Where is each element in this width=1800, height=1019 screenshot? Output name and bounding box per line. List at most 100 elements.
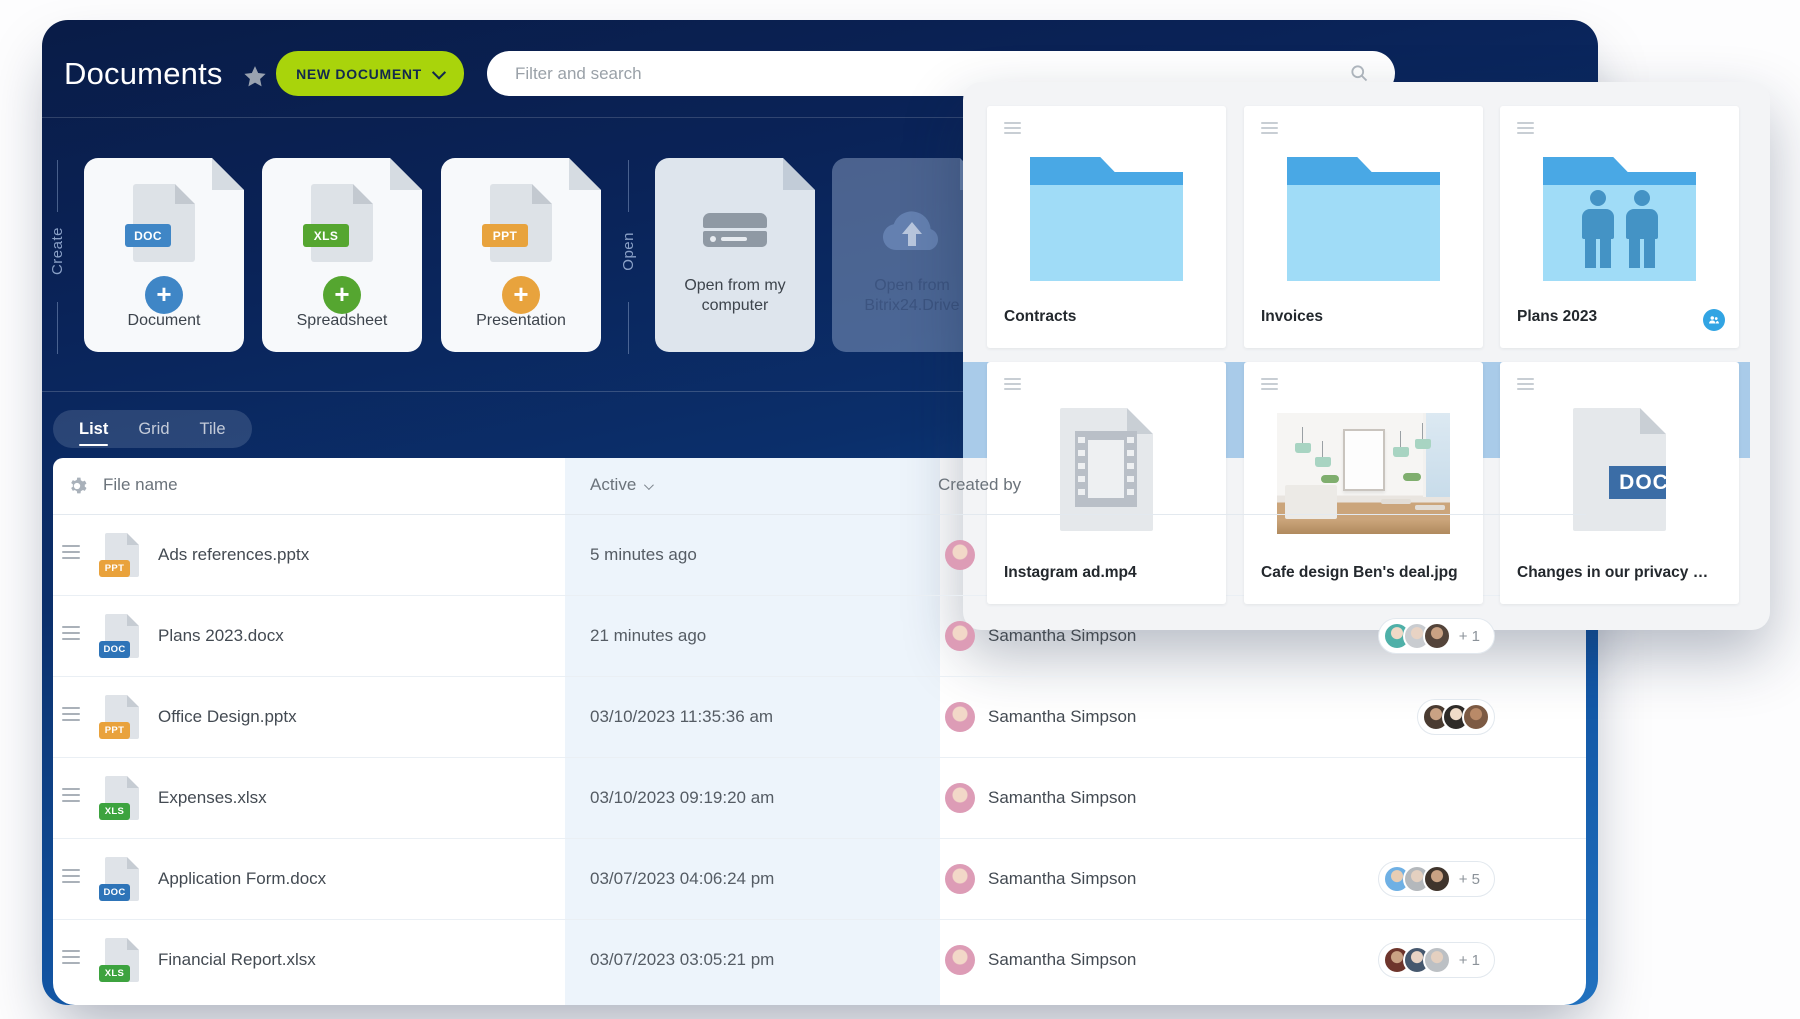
card-contracts[interactable]: Contracts — [987, 106, 1226, 348]
create-section-label: Create — [49, 227, 66, 275]
gear-icon[interactable] — [67, 476, 87, 496]
creator-name[interactable]: Samantha Simpson — [988, 869, 1136, 889]
drag-handle-icon[interactable] — [62, 707, 80, 723]
ppt-file-icon — [490, 184, 552, 262]
card-invoices[interactable]: Invoices — [1244, 106, 1483, 348]
members-pill[interactable]: + 1 — [1378, 942, 1495, 978]
drag-handle-icon[interactable] — [62, 869, 80, 885]
table-row[interactable]: DOC Plans 2023.docx 21 minutes ago Saman… — [53, 596, 1586, 677]
creator-name[interactable]: Samantha Simpson — [988, 626, 1136, 646]
card-menu-icon[interactable] — [1261, 122, 1278, 135]
modified-date: 03/07/2023 04:06:24 pm — [590, 869, 774, 889]
shared-folder-icon — [1543, 157, 1696, 281]
drag-handle-icon[interactable] — [62, 788, 80, 804]
drag-handle-icon[interactable] — [62, 950, 80, 966]
add-spreadsheet-icon: + — [323, 276, 361, 314]
member-avatar — [1423, 946, 1451, 974]
file-name[interactable]: Financial Report.xlsx — [158, 950, 316, 970]
shared-users-badge-icon — [1703, 309, 1725, 331]
card-menu-icon[interactable] — [1517, 378, 1534, 391]
new-document-button[interactable]: NEW DOCUMENT — [276, 51, 464, 96]
page-title: Documents — [64, 56, 223, 92]
xls-badge: XLS — [303, 224, 349, 247]
extra-members-count: + 1 — [1459, 628, 1480, 645]
table-header: File name Active Created by — [53, 458, 1586, 515]
card-menu-icon[interactable] — [1004, 378, 1021, 391]
file-name[interactable]: Application Form.docx — [158, 869, 326, 889]
new-document-label: NEW DOCUMENT — [296, 66, 422, 82]
file-type-badge: XLS — [99, 965, 130, 982]
modified-date: 03/10/2023 11:35:36 am — [590, 707, 773, 727]
modified-date: 21 minutes ago — [590, 626, 706, 646]
file-name[interactable]: Ads references.pptx — [158, 545, 309, 565]
file-type-badge: DOC — [99, 641, 130, 658]
card-menu-icon[interactable] — [1261, 378, 1278, 391]
members-pill[interactable]: + 5 — [1378, 861, 1495, 897]
file-name[interactable]: Plans 2023.docx — [158, 626, 284, 646]
open-section-label: Open — [620, 232, 637, 271]
open-from-computer-tile[interactable]: Open from mycomputer — [655, 158, 815, 352]
extra-members-count: + 5 — [1459, 871, 1480, 888]
table-row[interactable]: DOC Application Form.docx 03/07/2023 04:… — [53, 839, 1586, 920]
card-menu-icon[interactable] — [1004, 122, 1021, 135]
tab-grid[interactable]: Grid — [138, 420, 169, 439]
search-icon[interactable] — [1349, 63, 1369, 83]
drag-handle-icon[interactable] — [62, 545, 80, 561]
hard-drive-icon — [703, 213, 767, 249]
creator-avatar — [945, 864, 975, 894]
doc-file-icon — [133, 184, 195, 262]
tile-fold-corner — [569, 158, 601, 190]
open-line-top — [628, 160, 629, 212]
favorite-star-icon[interactable] — [242, 64, 268, 90]
member-avatar — [1423, 622, 1451, 650]
drag-handle-icon[interactable] — [62, 626, 80, 642]
file-name[interactable]: Expenses.xlsx — [158, 788, 267, 808]
card-menu-icon[interactable] — [1517, 122, 1534, 135]
folder-icon — [1030, 157, 1183, 281]
doc-file-icon: DOC — [1573, 408, 1666, 531]
card-label: Changes in our privacy polic... — [1517, 564, 1717, 582]
create-presentation-tile[interactable]: PPT + Presentation — [441, 158, 601, 352]
member-avatar — [1462, 703, 1490, 731]
modified-date: 03/10/2023 09:19:20 am — [590, 788, 774, 808]
create-line-top — [57, 160, 58, 212]
table-row[interactable]: XLS Expenses.xlsx 03/10/2023 09:19:20 am… — [53, 758, 1586, 839]
table-row[interactable]: PPT Office Design.pptx 03/10/2023 11:35:… — [53, 677, 1586, 758]
create-document-label: Document — [84, 312, 244, 330]
person-icon — [1580, 190, 1616, 268]
card-label: Invoices — [1261, 308, 1461, 326]
folder-icon — [1287, 157, 1440, 281]
modified-date: 03/07/2023 03:05:21 pm — [590, 950, 774, 970]
members-pill[interactable] — [1417, 699, 1495, 735]
modified-date: 5 minutes ago — [590, 545, 697, 565]
cloud-upload-icon — [880, 206, 944, 252]
creator-name[interactable]: Samantha Simpson — [988, 950, 1136, 970]
creator-name[interactable]: Samantha Simpson — [988, 788, 1136, 808]
add-document-icon: + — [145, 276, 183, 314]
creator-name[interactable]: Samantha Simpson — [988, 707, 1136, 727]
column-active[interactable]: Active — [590, 475, 651, 495]
tab-list[interactable]: List — [79, 420, 108, 439]
create-document-tile[interactable]: DOC + Document — [84, 158, 244, 352]
extra-members-count: + 1 — [1459, 952, 1480, 969]
tab-tile[interactable]: Tile — [200, 420, 226, 439]
file-name[interactable]: Office Design.pptx — [158, 707, 297, 727]
card-label: Contracts — [1004, 308, 1204, 326]
creator-avatar — [945, 783, 975, 813]
card-plans-2023[interactable]: Plans 2023 — [1500, 106, 1739, 348]
create-spreadsheet-tile[interactable]: XLS + Spreadsheet — [262, 158, 422, 352]
members-pill[interactable]: + 1 — [1378, 618, 1495, 654]
column-file-name[interactable]: File name — [103, 475, 178, 495]
creator-avatar — [945, 945, 975, 975]
open-line-bottom — [628, 302, 629, 354]
card-label: Plans 2023 — [1517, 308, 1697, 326]
column-created-by[interactable]: Created by — [938, 475, 1021, 495]
card-label: Cafe design Ben's deal.jpg — [1261, 564, 1461, 582]
tile-fold-corner — [783, 158, 815, 190]
table-row[interactable]: XLS Financial Report.xlsx 03/07/2023 03:… — [53, 920, 1586, 1001]
open-from-computer-label: Open from mycomputer — [655, 276, 815, 316]
doc-format-badge: DOC — [1609, 466, 1679, 499]
file-type-badge: XLS — [99, 803, 130, 820]
card-label: Instagram ad.mp4 — [1004, 564, 1204, 582]
file-type-badge: DOC — [99, 884, 130, 901]
